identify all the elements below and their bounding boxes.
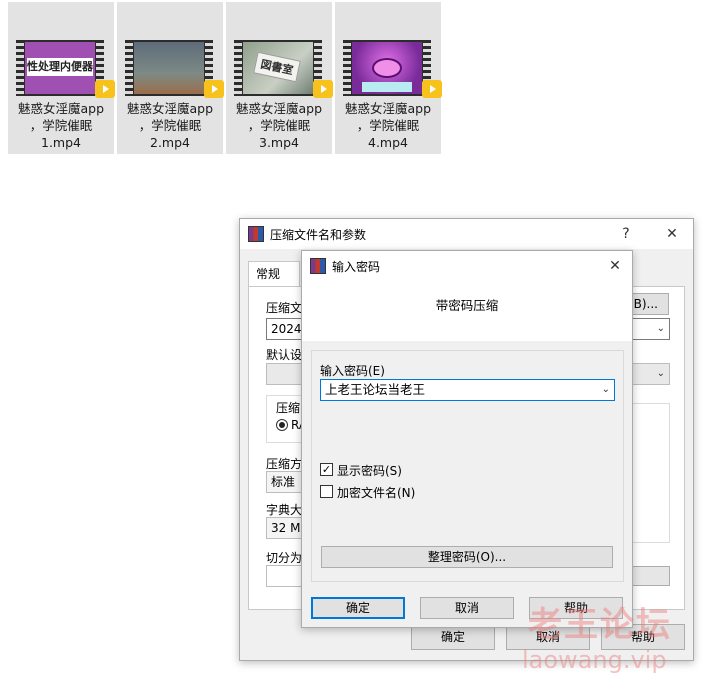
close-button[interactable]: ✕ [600,251,630,281]
player-badge-icon [422,80,442,98]
title-bar: 压缩文件名和参数 ? ✕ [240,219,693,249]
tab-general[interactable]: 常规 [248,261,300,287]
file-name: 魅惑女淫魔app ，学院催眠 4.mp4 [344,101,432,150]
password-label: 输入密码(E) [320,364,385,378]
dialog-heading: 带密码压缩 [435,298,499,313]
enter-password-dialog: 输入密码 ✕ 带密码压缩 输入密码(E) 上老王论坛当老王 ⌄ ✓ 显示密码(S)… [301,250,633,628]
organize-passwords-button[interactable]: 整理密码(O)... [321,546,613,568]
chevron-down-icon: ⌄ [656,368,665,379]
password-input[interactable]: 上老王论坛当老王 ⌄ [320,379,615,401]
file-item-2[interactable]: 魅惑女淫魔app ，学院催眠 2.mp4 [117,2,224,154]
dictionary-label: 字典大 [266,503,303,517]
encrypt-filenames-checkbox[interactable] [320,485,333,498]
watermark-url: laowang.vip [522,646,667,674]
video-thumbnail [125,40,213,96]
encrypt-filenames-label: 加密文件名(N) [337,486,416,500]
profile-label: 默认设 [266,348,303,362]
player-badge-icon [313,80,333,98]
chevron-down-icon: ⌄ [601,384,610,395]
video-thumbnail: 性处理内便器 [16,40,104,96]
player-badge-icon [95,80,115,98]
file-name: 魅惑女淫魔app ，学院催眠 2.mp4 [126,101,214,150]
split-label: 切分为 [266,551,303,565]
file-item-1[interactable]: 性处理内便器 魅惑女淫魔app ，学院催眠 1.mp4 [8,2,115,154]
archive-name-label: 压缩文 [266,301,303,315]
ok-button[interactable]: 确定 [311,597,405,619]
dialog-title: 压缩文件名和参数 [270,227,367,242]
video-thumbnail: 図書室 [234,40,322,96]
dialog-title: 输入密码 [332,259,381,274]
file-name: 魅惑女淫魔app ，学院催眠 3.mp4 [235,101,323,150]
file-item-3[interactable]: 図書室 魅惑女淫魔app ，学院催眠 3.mp4 [226,2,333,154]
thumbnail-caption: 性处理内便器 [27,58,93,76]
close-button[interactable]: ✕ [657,219,687,249]
show-password-checkbox[interactable]: ✓ [320,463,333,476]
title-bar: 输入密码 ✕ [302,251,632,281]
file-name: 魅惑女淫魔app ，学院催眠 1.mp4 [17,101,105,150]
show-password-label: 显示密码(S) [337,464,402,478]
winrar-icon [248,226,264,242]
winrar-icon [310,258,326,274]
help-button[interactable]: ? [611,219,641,249]
format-label: 压缩 [276,401,301,415]
video-thumbnail [343,40,431,96]
thumbnail-caption: 図書室 [253,51,301,83]
player-badge-icon [204,80,224,98]
format-rar-radio[interactable] [276,419,288,431]
watermark-text: 老王论坛 [528,605,672,645]
screen: 性处理内便器 魅惑女淫魔app ，学院催眠 1.mp4 魅惑女淫魔app ，学院催眠 2… [0,0,711,690]
method-label: 压缩方 [266,457,303,471]
cancel-button[interactable]: 取消 [420,597,514,619]
chevron-down-icon: ⌄ [656,323,665,334]
file-item-4[interactable]: 魅惑女淫魔app ，学院催眠 4.mp4 [335,2,442,154]
